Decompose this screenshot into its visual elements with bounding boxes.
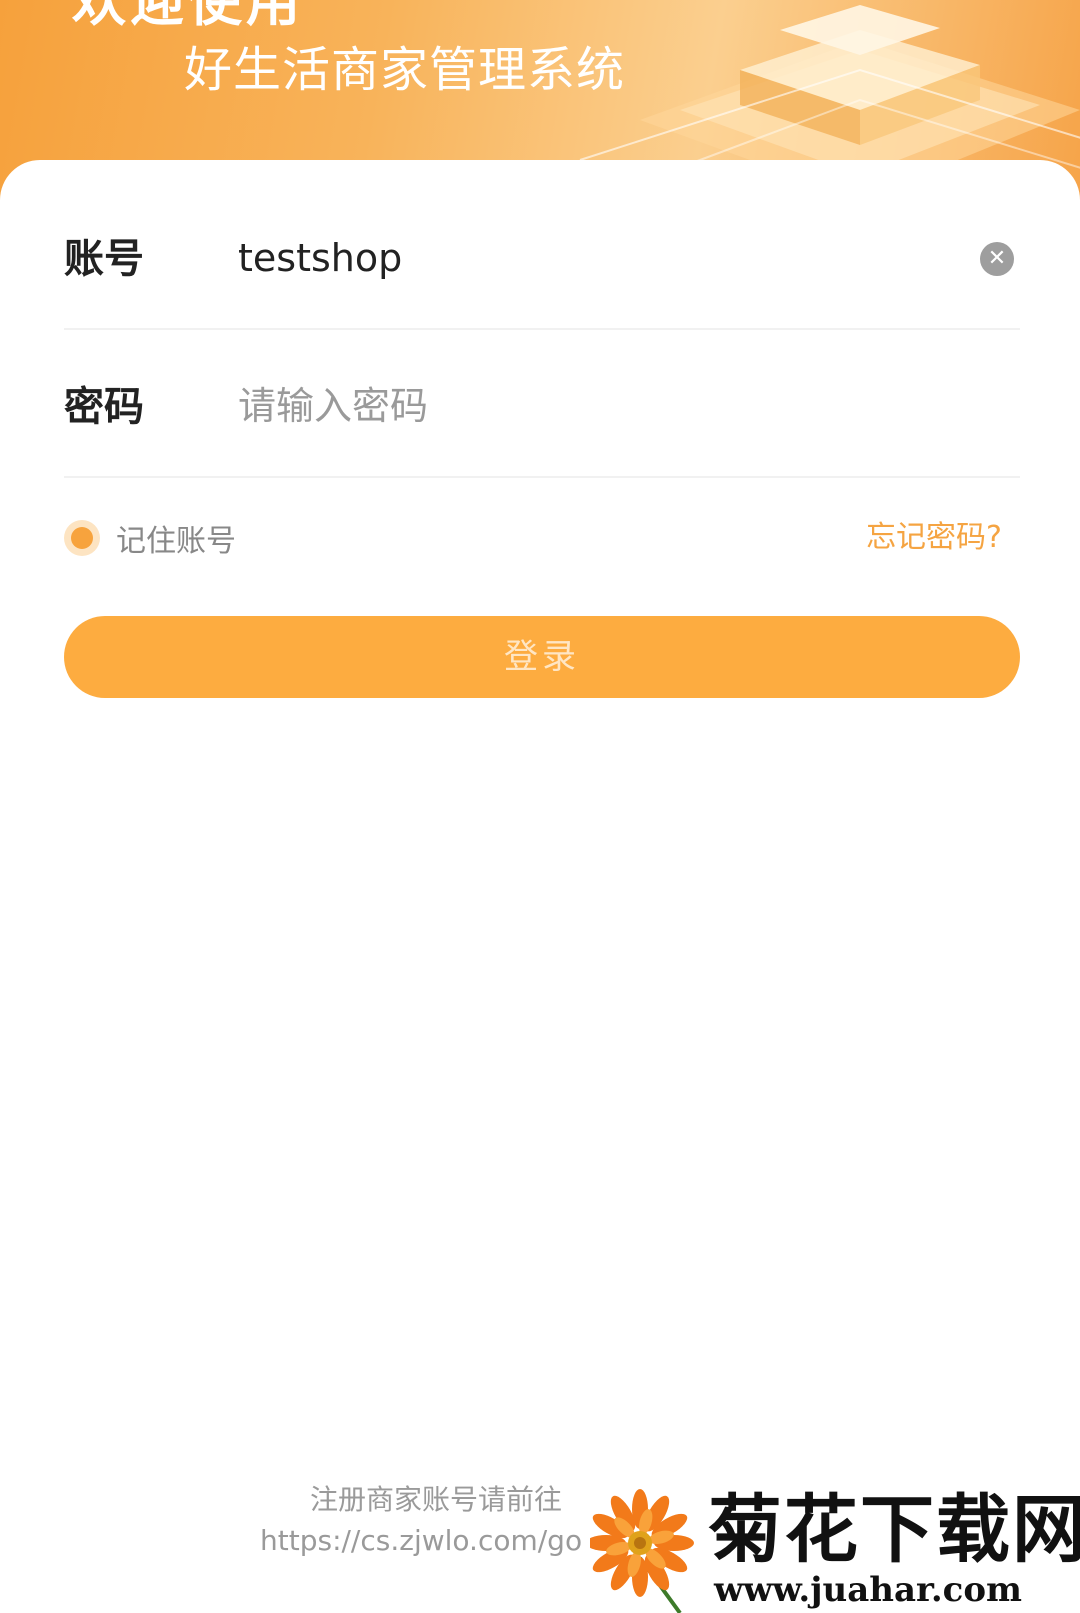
watermark-title: 菊花下载网 — [708, 1487, 1080, 1573]
register-text: 注册商家账号请前往 — [310, 1483, 563, 1516]
account-label: 账号 — [64, 236, 144, 282]
remember-account-toggle[interactable]: 记住账号 — [64, 518, 236, 559]
forgot-password-link[interactable]: 忘记密码? — [866, 518, 1002, 558]
login-button[interactable]: 登录 — [64, 616, 1020, 698]
welcome-title: 欢迎使用 — [72, 0, 304, 33]
watermark: 菊花下载网 www.juahar.com — [590, 1488, 1080, 1613]
password-row: 密码 — [64, 336, 1020, 478]
account-input[interactable] — [238, 228, 918, 288]
register-url-link[interactable]: https://cs.zjwlo.com/go — [260, 1524, 600, 1557]
flower-logo-icon — [590, 1489, 694, 1613]
radio-dot — [71, 527, 93, 549]
watermark-url: www.juahar.com — [714, 1570, 1023, 1610]
system-subtitle: 好生活商家管理系统 — [184, 42, 626, 98]
clear-icon[interactable]: ✕ — [980, 242, 1014, 276]
radio-checked-icon[interactable] — [64, 520, 100, 556]
password-input[interactable] — [238, 376, 918, 436]
remember-label: 记住账号 — [116, 524, 236, 559]
account-row: 账号 ✕ — [64, 188, 1020, 330]
password-label: 密码 — [64, 384, 144, 430]
